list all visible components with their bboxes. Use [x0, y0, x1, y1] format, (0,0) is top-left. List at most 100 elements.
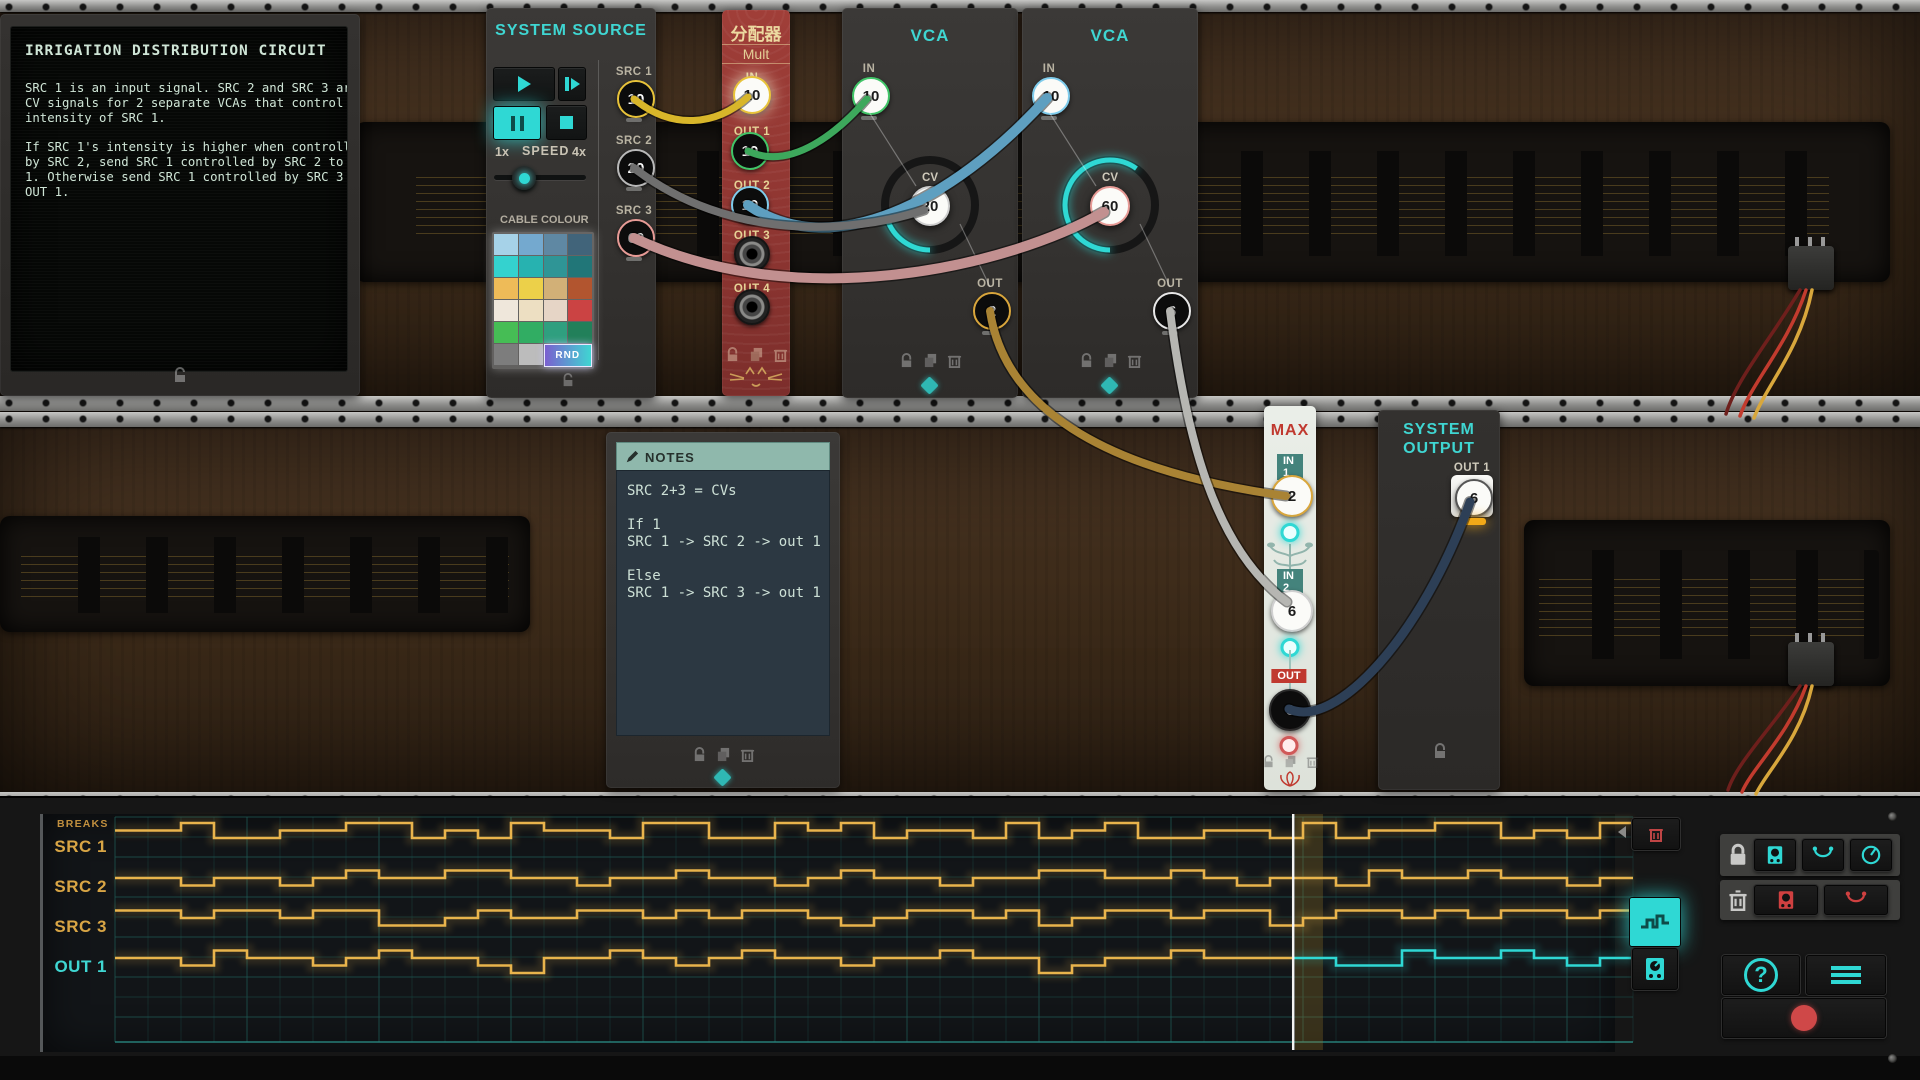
cable-colour-swatch[interactable]: [568, 322, 592, 343]
cable-colour-swatch[interactable]: [519, 322, 543, 343]
step-icon: [571, 78, 580, 90]
cable-colour-swatch[interactable]: [494, 234, 518, 255]
max-out-label: OUT: [1271, 669, 1306, 683]
cable-colour-swatch[interactable]: [568, 234, 592, 255]
vca1-title: VCA: [842, 26, 1018, 46]
copy-icon[interactable]: [749, 347, 764, 362]
cable-colour-swatch[interactable]: [519, 234, 543, 255]
game-screen: IRRIGATION DISTRIBUTION CIRCUIT SRC 1 is…: [0, 0, 1920, 1080]
cable-colour-swatch[interactable]: [494, 256, 518, 277]
cable-colour-swatch[interactable]: [519, 344, 543, 365]
cable-colour-swatch[interactable]: [544, 256, 568, 277]
unlock-icon[interactable]: [692, 747, 707, 762]
vca2-title: VCA: [1022, 26, 1198, 46]
rack-rail-mid-2: [0, 412, 1920, 427]
bottom-panel: BREAKS SRC 1 SRC 2 SRC 3 OUT 1: [0, 796, 1920, 1080]
unlock-icon[interactable]: [1262, 755, 1275, 768]
system-source-module: SYSTEM SOURCE 1x SPEED 4x CABLE COLOUR R…: [486, 8, 656, 398]
brand-icon: [713, 768, 731, 786]
plant-decoration: [1266, 534, 1314, 574]
brand-icon: [1100, 376, 1118, 394]
lock-cable-button[interactable]: [1802, 839, 1844, 871]
max-out-led: [1280, 736, 1299, 755]
copy-icon[interactable]: [716, 747, 731, 762]
cable-colour-swatch[interactable]: [568, 278, 592, 299]
trash-icon[interactable]: [1127, 353, 1142, 368]
unlock-icon[interactable]: [1432, 743, 1448, 764]
play-button[interactable]: [493, 67, 555, 101]
cable-colour-swatch[interactable]: [544, 300, 568, 321]
cable-colour-swatch[interactable]: [544, 278, 568, 299]
delete-tools-group: [1720, 880, 1900, 920]
unlock-icon[interactable]: [725, 347, 740, 362]
speed-label: SPEED: [522, 144, 569, 158]
waveform-icon: [1640, 912, 1670, 932]
stop-button[interactable]: [546, 105, 587, 140]
unlock-icon[interactable]: [1079, 353, 1094, 368]
lock-knob-button[interactable]: [1850, 839, 1892, 871]
speed-slider-track[interactable]: [494, 175, 586, 180]
busboard-row2-right: [1524, 520, 1890, 686]
trash-icon[interactable]: [947, 353, 962, 368]
mult-out4-jack[interactable]: [734, 289, 770, 325]
trash-icon[interactable]: [740, 747, 755, 762]
play-icon: [518, 76, 531, 92]
unlock-icon[interactable]: [899, 353, 914, 368]
system-output-module: SYSTEM OUTPUT OUT 1 6: [1378, 410, 1500, 790]
system-output-port[interactable]: 6: [1455, 479, 1493, 517]
src1-label: SRC 1: [616, 66, 652, 78]
vca1-out-label: OUT: [977, 278, 1003, 290]
vca1-module: VCA IN 10 CV 20 OUT 2: [842, 8, 1018, 398]
lock-icon[interactable]: [561, 373, 575, 392]
scope-row-label: SRC 3: [43, 917, 107, 937]
notes-text: SRC 2+3 = CVs If 1 SRC 1 -> SRC 2 -> out…: [627, 483, 819, 602]
speed-slider-knob[interactable]: [512, 166, 536, 190]
menu-button[interactable]: [1806, 955, 1886, 995]
cable-colour-swatch[interactable]: [519, 300, 543, 321]
vca1-cv-label: CV: [922, 172, 938, 184]
help-button[interactable]: ?: [1722, 955, 1800, 995]
cable-colour-swatch[interactable]: [494, 322, 518, 343]
step-button[interactable]: [558, 67, 586, 101]
power-connector-row2: [1788, 642, 1834, 686]
vca2-out-label: OUT: [1157, 278, 1183, 290]
scope-row-label: SRC 1: [43, 837, 107, 857]
scope-collapse-arrow-icon[interactable]: [1618, 826, 1626, 838]
oscilloscope-panel: BREAKS SRC 1 SRC 2 SRC 3 OUT 1: [40, 814, 1615, 1052]
mult-module: 分配器 Mult IN 10 OUT 1 10 OUT 2 10 OUT 3 O…: [722, 10, 790, 396]
trash-icon[interactable]: [773, 347, 788, 362]
vca2-in-label: IN: [1043, 63, 1056, 75]
notes-title: NOTES: [645, 450, 695, 465]
cable-colour-swatch[interactable]: [519, 256, 543, 277]
cable-colour-swatch[interactable]: [568, 256, 592, 277]
record-button[interactable]: [1722, 998, 1886, 1038]
pause-button[interactable]: [493, 106, 541, 140]
view-waveform-button[interactable]: [1629, 897, 1681, 947]
notes-header[interactable]: NOTES: [616, 442, 830, 472]
copy-icon[interactable]: [923, 353, 938, 368]
cable-colour-swatch[interactable]: [519, 278, 543, 299]
view-modules-button[interactable]: [1632, 948, 1678, 990]
cable-colour-swatch[interactable]: [494, 344, 518, 365]
src2-label: SRC 2: [616, 135, 652, 147]
lock-module-button[interactable]: [1754, 839, 1796, 871]
copy-icon[interactable]: [1284, 755, 1297, 768]
pencil-icon: [625, 450, 639, 464]
cable-colour-swatch[interactable]: [568, 300, 592, 321]
mission-body: SRC 1 is an input signal. SRC 2 and SRC …: [25, 81, 333, 199]
notes-body[interactable]: SRC 2+3 = CVs If 1 SRC 1 -> SRC 2 -> out…: [616, 470, 830, 736]
cable-colour-swatch[interactable]: [494, 300, 518, 321]
lock-icon[interactable]: [172, 367, 188, 388]
cable-colour-swatch[interactable]: [544, 322, 568, 343]
cable-colour-swatch[interactable]: [494, 278, 518, 299]
system-source-title: SYSTEM SOURCE: [486, 22, 656, 40]
delete-cable-button[interactable]: [1824, 885, 1888, 915]
cable-colour-swatch[interactable]: [544, 234, 568, 255]
delete-module-button[interactable]: [1754, 885, 1818, 915]
max-module: MAX IN 1 2 IN 2 6 OUT 6: [1264, 406, 1316, 790]
cable-icon: [1845, 891, 1867, 909]
scope-clear-button[interactable]: [1632, 818, 1680, 850]
trash-icon[interactable]: [1306, 755, 1319, 768]
cable-colour-swatch[interactable]: RND: [544, 344, 593, 367]
copy-icon[interactable]: [1103, 353, 1118, 368]
